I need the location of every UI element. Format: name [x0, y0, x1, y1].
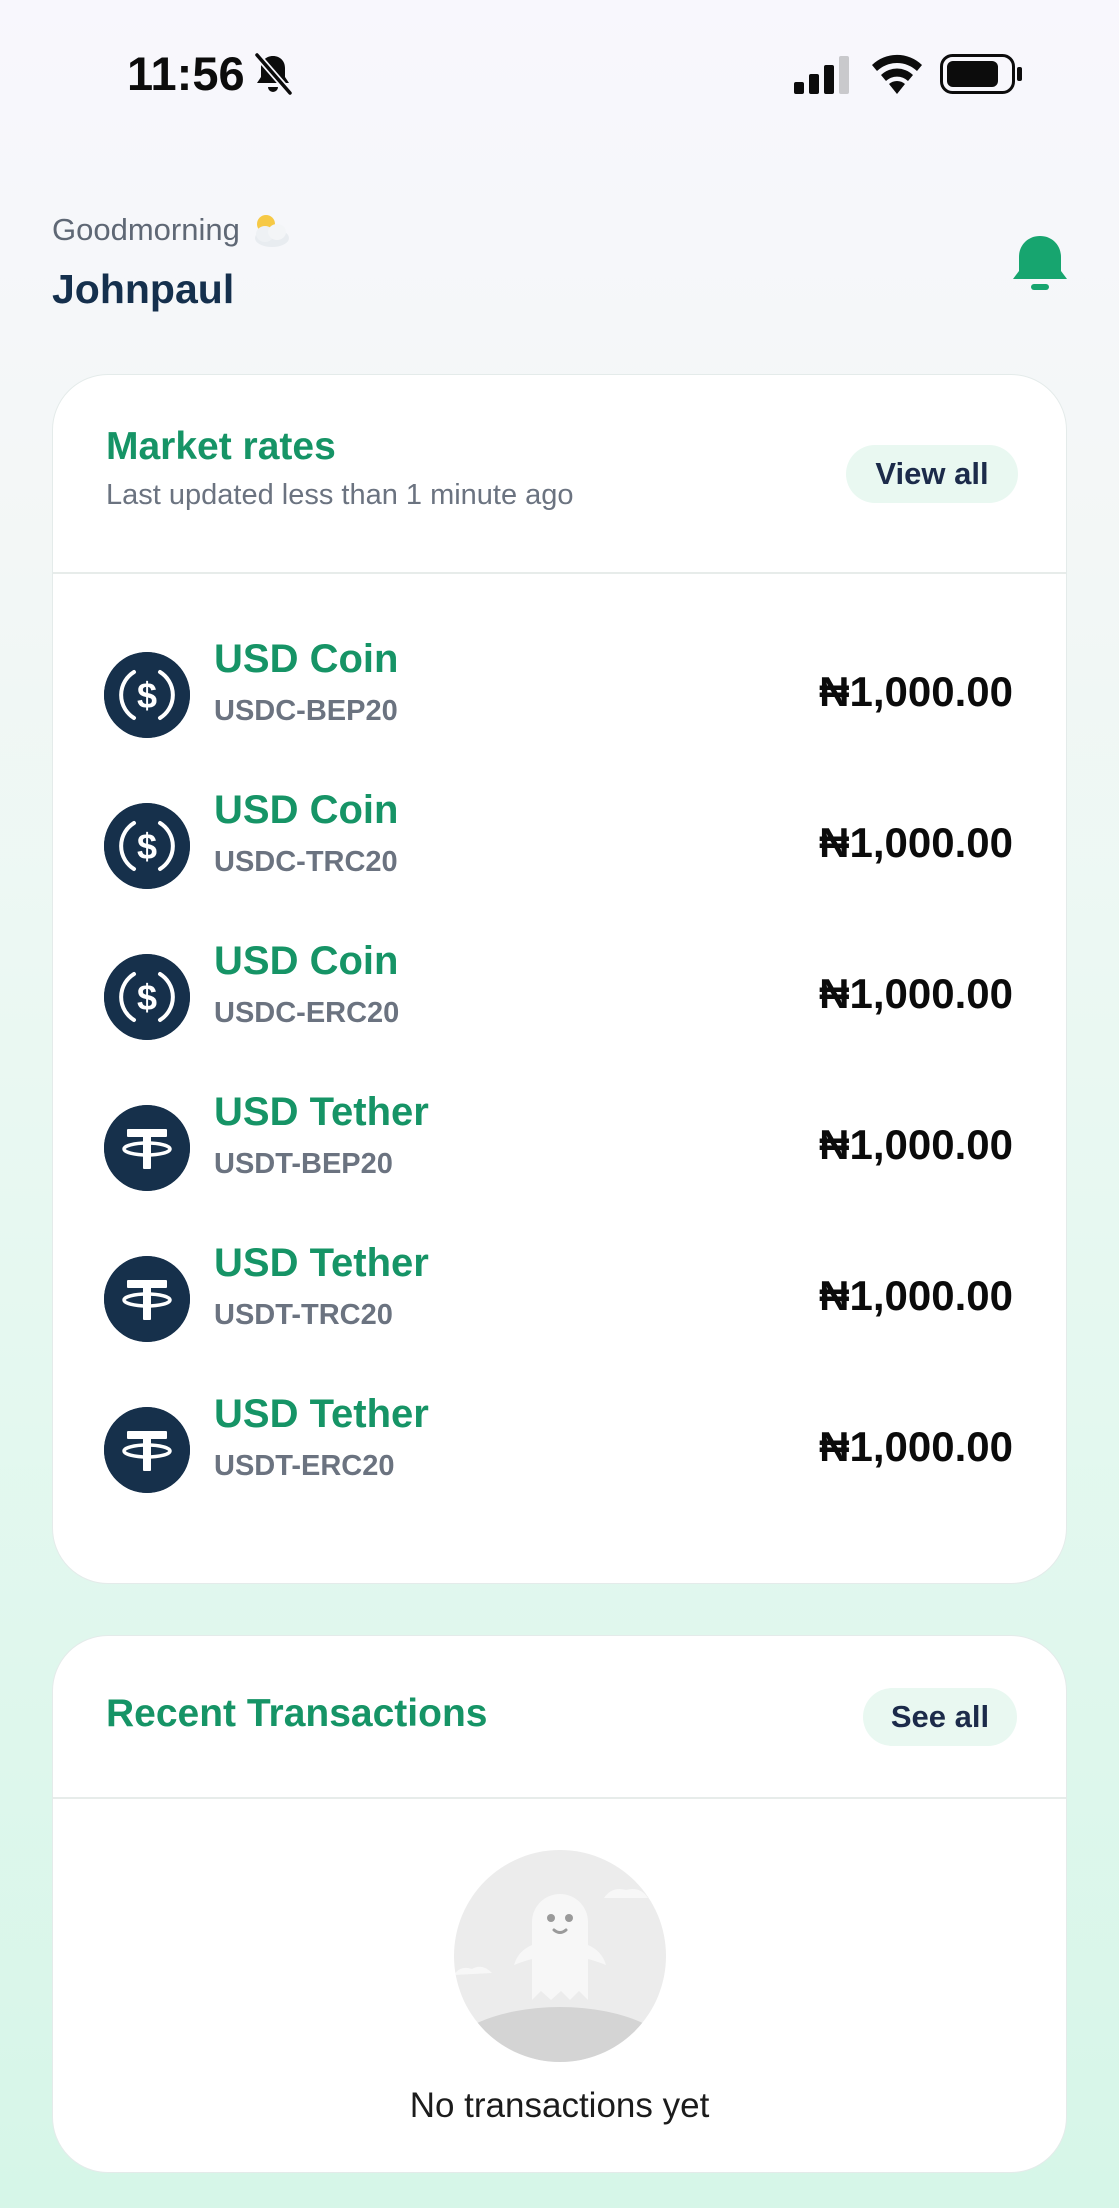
svg-text:$: $: [137, 977, 157, 1018]
coin-rate-price: ₦1,000.00: [819, 1423, 1013, 1470]
sun-behind-cloud-icon: [254, 215, 289, 247]
coin-network-code: USDC-BEP20: [214, 695, 398, 727]
coin-network-code: USDC-ERC20: [214, 997, 400, 1029]
svg-text:$: $: [137, 675, 157, 716]
ghost-illustration-icon: [454, 1850, 666, 2062]
empty-state-text: No transactions yet: [409, 2086, 710, 2125]
coin-name: USD Coin: [214, 637, 399, 681]
coin-name: USD Coin: [214, 939, 399, 983]
rate-row[interactable]: USD Tether USDT-TRC20 ₦1,000.00: [53, 1226, 1066, 1377]
rate-row[interactable]: USD Tether USDT-ERC20 ₦1,000.00: [53, 1377, 1066, 1528]
wifi-icon: [872, 54, 922, 94]
market-rates-title: Market rates: [106, 425, 336, 468]
usdt-icon: [104, 1407, 190, 1493]
coin-network-code: USDT-ERC20: [214, 1450, 395, 1482]
market-rates-card: Market rates Last updated less than 1 mi…: [52, 374, 1067, 1584]
signal-icon: [794, 56, 849, 94]
view-all-button[interactable]: View all: [846, 445, 1018, 503]
recent-transactions-title: Recent Transactions: [106, 1692, 488, 1735]
rate-row[interactable]: $ USD Coin USDC-BEP20 ₦1,000.00: [53, 622, 1066, 773]
rate-row[interactable]: $ USD Coin USDC-TRC20 ₦1,000.00: [53, 773, 1066, 924]
coin-rate-price: ₦1,000.00: [819, 1121, 1013, 1168]
coin-network-code: USDT-BEP20: [214, 1148, 393, 1180]
greeting-text: Goodmorning: [52, 212, 240, 247]
user-name: Johnpaul: [52, 266, 235, 312]
status-time: 11:56: [127, 47, 245, 100]
rate-row[interactable]: $ USD Coin USDC-ERC20 ₦1,000.00: [53, 924, 1066, 1075]
usdt-icon: [104, 1256, 190, 1342]
coin-rate-price: ₦1,000.00: [819, 668, 1013, 715]
see-all-button[interactable]: See all: [863, 1688, 1017, 1746]
coin-name: USD Tether: [214, 1241, 429, 1285]
svg-text:$: $: [137, 826, 157, 867]
usdc-icon: $: [104, 652, 190, 738]
usdc-icon: $: [104, 954, 190, 1040]
market-rates-header: Market rates Last updated less than 1 mi…: [53, 375, 1066, 574]
coin-rate-price: ₦1,000.00: [819, 970, 1013, 1017]
notification-bell-icon[interactable]: [1012, 232, 1068, 296]
usdc-icon: $: [104, 803, 190, 889]
usdt-icon: [104, 1105, 190, 1191]
battery-icon: [940, 54, 1022, 94]
rate-row[interactable]: USD Tether USDT-BEP20 ₦1,000.00: [53, 1075, 1066, 1226]
coin-name: USD Tether: [214, 1090, 429, 1134]
coin-rate-price: ₦1,000.00: [819, 819, 1013, 866]
status-bar: 11:56: [0, 0, 1119, 150]
coin-rate-price: ₦1,000.00: [819, 1272, 1013, 1319]
greeting-section: Goodmorning Johnpaul: [52, 212, 292, 313]
recent-transactions-card: Recent Transactions See all No transacti…: [52, 1635, 1067, 2173]
coin-name: USD Coin: [214, 788, 399, 832]
coin-network-code: USDC-TRC20: [214, 846, 398, 878]
recent-transactions-header: Recent Transactions See all: [53, 1636, 1066, 1799]
greeting-line: Goodmorning: [52, 212, 292, 248]
market-rates-updated: Last updated less than 1 minute ago: [106, 479, 574, 511]
coin-name: USD Tether: [214, 1392, 429, 1436]
rate-list: $ USD Coin USDC-BEP20 ₦1,000.00 $ USD Coin USD…: [53, 622, 1066, 1528]
coin-network-code: USDT-TRC20: [214, 1299, 393, 1331]
bell-off-icon: [254, 52, 293, 96]
